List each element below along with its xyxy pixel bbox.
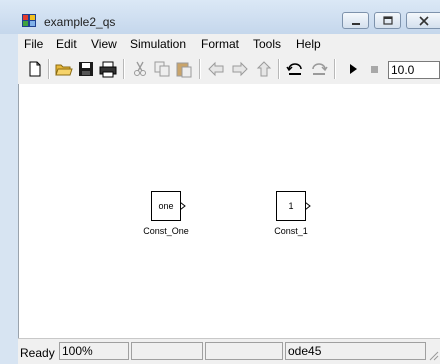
title-bar: example2_qs [0,0,440,34]
status-bar: Ready 100% ode45 [18,338,440,364]
block-value: one [158,201,174,211]
paste-icon[interactable] [175,60,193,78]
menu-bar: File Edit View Simulation Format Tools H… [18,34,440,54]
undo-icon[interactable] [286,60,304,78]
run-simulation-icon[interactable] [344,60,362,78]
minimize-icon [352,23,360,25]
block-label: Const_1 [274,226,308,236]
menu-tools[interactable]: Tools [253,37,281,51]
block-label: Const_One [143,226,189,236]
menu-file[interactable]: File [24,37,43,51]
toolbar [18,54,440,85]
toolbar-separator [48,59,50,79]
open-folder-icon[interactable] [55,60,73,78]
simulink-app-icon [22,14,36,27]
menu-help[interactable]: Help [296,37,321,51]
forward-arrow-icon[interactable] [231,60,249,78]
status-solver: ode45 [285,342,426,360]
status-ready-text: Ready [20,346,55,360]
minimize-button[interactable] [342,12,369,29]
menu-format[interactable]: Format [201,37,239,51]
maximize-button[interactable] [374,12,401,29]
window-title: example2_qs [44,15,116,29]
resize-grip-icon[interactable] [427,349,439,361]
back-arrow-icon[interactable] [207,60,225,78]
stop-simulation-icon[interactable] [366,60,384,78]
status-field [205,342,283,360]
model-canvas[interactable]: one Const_One 1 Const_1 [18,84,440,338]
status-zoom: 100% [59,342,129,360]
maximize-icon [383,16,393,25]
constant-block-const-one[interactable]: one [151,191,186,221]
output-port-icon [305,202,311,210]
menu-edit[interactable]: Edit [56,37,77,51]
simulink-window: example2_qs File Edit View Simulation Fo… [0,0,440,364]
cut-icon[interactable] [131,60,149,78]
save-icon[interactable] [77,60,95,78]
stop-time-field[interactable] [388,61,440,79]
menu-view[interactable]: View [91,37,117,51]
redo-icon[interactable] [310,60,328,78]
up-arrow-icon[interactable] [255,60,273,78]
toolbar-separator [278,59,280,79]
close-icon [419,16,429,26]
print-icon[interactable] [99,60,117,78]
copy-icon[interactable] [153,60,171,78]
output-port-icon [180,202,186,210]
close-button[interactable] [406,12,440,29]
toolbar-separator [334,59,336,79]
status-field [131,342,203,360]
menu-simulation[interactable]: Simulation [130,37,186,51]
toolbar-separator [199,59,201,79]
new-model-icon[interactable] [26,60,44,78]
toolbar-separator [123,59,125,79]
block-value: 1 [288,201,294,211]
constant-block-const-1[interactable]: 1 [276,191,311,221]
